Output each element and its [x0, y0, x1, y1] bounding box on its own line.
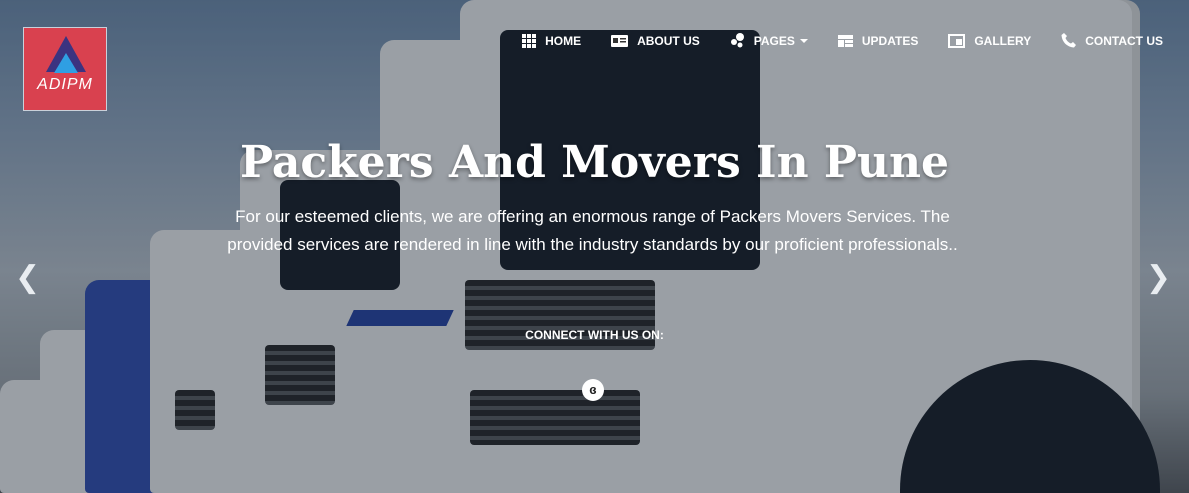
nav-about-us-label: ABOUT US: [637, 33, 700, 48]
nav-updates-label: UPDATES: [861, 33, 919, 48]
hero-banner: ADIPM HOME ABOUT US PAGES UPDATES GALLER…: [0, 0, 1189, 493]
nav-home-label: HOME: [545, 33, 582, 48]
main-nav: HOME ABOUT US PAGES UPDATES GALLERY CONT…: [492, 33, 1163, 48]
hero-title: Packers And Movers In Pune: [239, 137, 949, 188]
firefox-icon[interactable]: ɞ: [582, 379, 604, 401]
nav-updates[interactable]: UPDATES: [837, 33, 919, 48]
nav-gallery-label: GALLERY: [974, 33, 1032, 48]
chevron-right-icon[interactable]: ❯: [1146, 260, 1171, 295]
chevron-down-icon: [799, 38, 808, 43]
grid-icon: [522, 33, 537, 48]
phone-icon: [1061, 33, 1077, 48]
nav-contact-us[interactable]: CONTACT US: [1061, 33, 1163, 48]
nav-home[interactable]: HOME: [522, 33, 582, 48]
hero-subtitle: For our esteemed clients, we are offerin…: [227, 207, 958, 254]
id-card-icon: [611, 34, 629, 47]
chevron-left-icon[interactable]: ❮: [15, 260, 40, 295]
nav-about-us[interactable]: ABOUT US: [611, 34, 700, 48]
bubbles-icon: [730, 33, 744, 48]
site-logo[interactable]: ADIPM: [23, 27, 107, 111]
logo-text: ADIPM: [37, 76, 93, 93]
nav-contact-us-label: CONTACT US: [1085, 33, 1163, 48]
window-icon: [948, 33, 966, 48]
layout-icon: [837, 34, 853, 47]
nav-pages[interactable]: PAGES: [730, 33, 808, 48]
nav-pages-label: PAGES: [753, 33, 795, 48]
nav-gallery[interactable]: GALLERY: [948, 33, 1032, 48]
connect-label: CONNECT WITH US ON:: [525, 328, 664, 342]
logo-inner-triangle: [54, 53, 78, 73]
